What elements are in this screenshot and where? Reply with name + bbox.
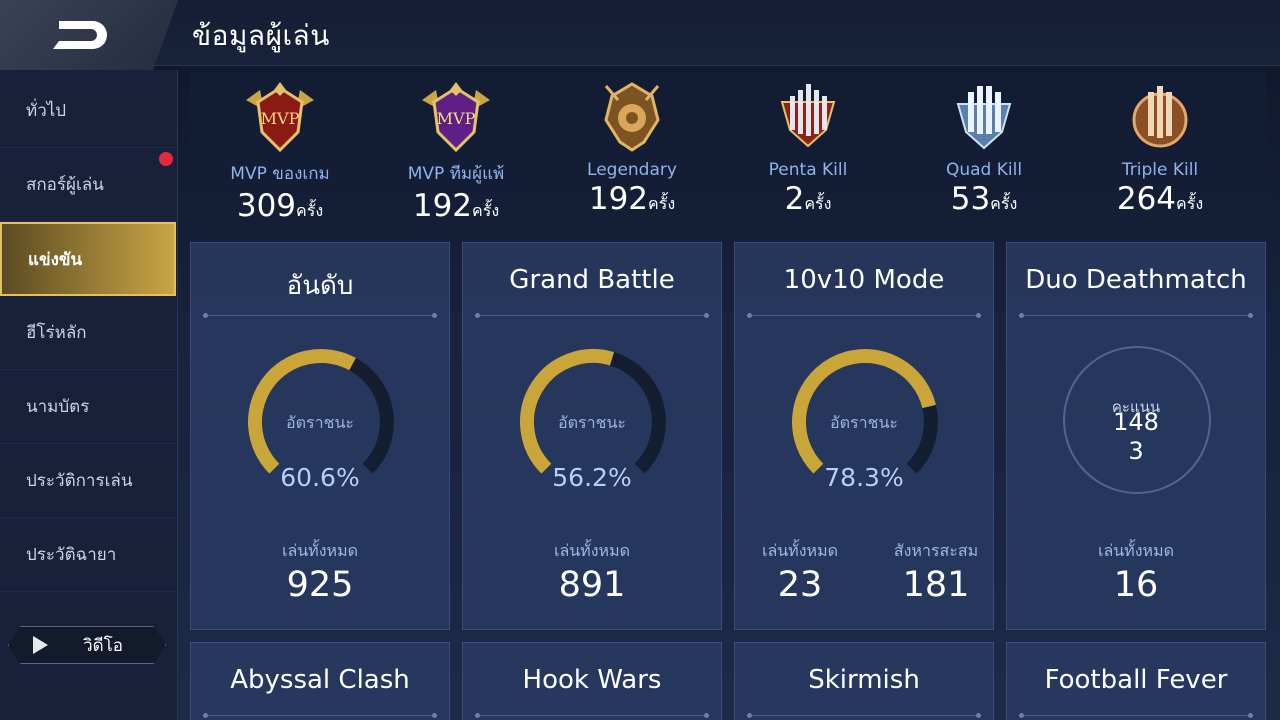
achievement-name: Penta Kill <box>768 160 848 180</box>
achievement-triple-kill[interactable]: Triple Kill 264ครั้ง <box>1072 80 1248 230</box>
win-rate-label: อัตราชนะ <box>286 413 354 432</box>
win-rate-value: 56.2% <box>552 463 632 492</box>
total-games-value: 891 <box>558 565 626 605</box>
sidebar-item-label: ประวัติการเล่น <box>26 471 133 491</box>
sidebar-item-label: แข่งขัน <box>28 249 83 270</box>
sidebar-item-main-hero[interactable]: ฮีโร่หลัก <box>0 296 176 370</box>
mode-title: Abyssal Clash <box>230 665 410 695</box>
achievement-legendary[interactable]: Legendary 192ครั้ง <box>544 80 720 230</box>
achievement-name: Legendary <box>587 160 677 180</box>
mode-card-grand-battle[interactable]: Grand Battle อัตราชนะ 56.2% เล่นทั้งหมด … <box>462 242 722 630</box>
mvp-medal-icon: MVP <box>246 82 314 153</box>
win-rate-label: อัตราชนะ <box>558 413 626 432</box>
divider <box>1019 313 1253 318</box>
achievement-mvp-losing-team[interactable]: MVP MVP ทีมผู้แพ้ 192ครั้ง <box>368 80 544 230</box>
sidebar-item-label: นามบัตร <box>26 397 90 417</box>
achievement-mvp[interactable]: MVP MVP ของเกม 309ครั้ง <box>192 80 368 230</box>
quad-kill-medal-icon <box>956 86 1012 150</box>
achievement-quad-kill[interactable]: Quad Kill 53ครั้ง <box>896 80 1072 230</box>
total-games-label: เล่นทั้งหมด <box>761 541 839 560</box>
score-value-line1: 148 <box>1113 408 1159 436</box>
legendary-medal-icon <box>604 82 660 152</box>
divider <box>475 713 709 718</box>
video-button-label: วิดีโอ <box>83 635 123 656</box>
triple-kill-medal-icon <box>1132 86 1188 148</box>
win-rate-value: 78.3% <box>824 463 904 492</box>
total-games-value: 925 <box>286 565 354 605</box>
mode-card-football-fever[interactable]: Football Fever <box>1006 642 1266 720</box>
divider <box>203 313 437 318</box>
score-value-line2: 3 <box>1128 437 1144 465</box>
sidebar-item-label: ประวัติฉายา <box>26 545 117 565</box>
achievement-penta-kill[interactable]: Penta Kill 2ครั้ง <box>720 80 896 230</box>
total-games-value: 16 <box>1113 565 1159 605</box>
total-games-label: เล่นทั้งหมด <box>1097 541 1175 560</box>
back-arrow-icon <box>53 21 107 49</box>
mode-card-skirmish[interactable]: Skirmish <box>734 642 994 720</box>
mode-title: Duo Deathmatch <box>1025 265 1247 295</box>
achievement-count: 309ครั้ง <box>236 188 324 224</box>
mode-card-abyssal-clash[interactable]: Abyssal Clash <box>190 642 450 720</box>
achievement-count: 53ครั้ง <box>950 181 1018 217</box>
penta-kill-medal-icon <box>780 84 836 148</box>
sidebar-item-label: ฮีโร่หลัก <box>26 323 87 343</box>
divider <box>1019 713 1253 718</box>
divider <box>747 713 981 718</box>
achievement-count: 192ครั้ง <box>412 188 500 224</box>
divider <box>203 713 437 718</box>
total-games-label: เล่นทั้งหมด <box>281 541 359 560</box>
achievement-count: 2ครั้ง <box>784 181 832 217</box>
total-kills-value: 181 <box>902 565 970 605</box>
sidebar-item-label: ทั่วไป <box>26 101 67 121</box>
notification-dot <box>159 152 173 166</box>
divider <box>747 313 981 318</box>
achievement-count: 192ครั้ง <box>588 181 676 217</box>
win-rate-label: อัตราชนะ <box>830 413 898 432</box>
total-games-value: 23 <box>777 565 823 605</box>
svg-text:MVP: MVP <box>261 109 300 128</box>
page-title: ข้อมูลผู้เล่น <box>192 19 330 52</box>
divider <box>475 313 709 318</box>
win-rate-value: 60.6% <box>280 463 360 492</box>
sidebar-item-name-card[interactable]: นามบัตร <box>0 370 176 444</box>
mode-card-hook-wars[interactable]: Hook Wars <box>462 642 722 720</box>
achievement-name: MVP ทีมผู้แพ้ <box>407 164 505 184</box>
mode-title: Hook Wars <box>522 665 662 695</box>
mode-title: Skirmish <box>808 665 920 695</box>
top-bar: ข้อมูลผู้เล่น <box>0 0 1280 70</box>
total-games-label: เล่นทั้งหมด <box>553 541 631 560</box>
mode-title: Football Fever <box>1044 665 1228 695</box>
achievement-count: 264ครั้ง <box>1116 181 1204 217</box>
achievements-strip: MVP MVP ของเกม 309ครั้ง MVP MVP ทีมผู้แพ… <box>190 72 1266 230</box>
mvp-losing-team-medal-icon: MVP <box>422 82 490 153</box>
sidebar-item-label: สกอร์ผู้เล่น <box>26 175 104 195</box>
mode-card-10v10[interactable]: 10v10 Mode อัตราชนะ 78.3% เล่นทั้งหมด 23… <box>734 242 994 630</box>
mode-card-duo-deathmatch[interactable]: Duo Deathmatch คะแนน 148 3 เล่นทั้งหมด 1… <box>1006 242 1266 630</box>
achievement-name: MVP ของเกม <box>230 164 330 184</box>
mode-title: 10v10 Mode <box>783 265 945 295</box>
sidebar-item-player-score[interactable]: สกอร์ผู้เล่น <box>0 148 176 222</box>
mode-title: อันดับ <box>286 271 354 301</box>
mode-card-ranked[interactable]: อันดับ อัตราชนะ 60.6% เล่นทั้งหมด 925 <box>190 242 450 630</box>
video-button[interactable]: วิดีโอ <box>8 626 166 664</box>
sidebar-item-competitive[interactable]: แข่งขัน <box>0 222 176 296</box>
sidebar-item-match-history[interactable]: ประวัติการเล่น <box>0 444 176 518</box>
mode-title: Grand Battle <box>509 265 675 295</box>
achievement-name: Quad Kill <box>945 160 1023 180</box>
total-kills-label: สังหารสะสม <box>893 541 979 560</box>
achievement-name: Triple Kill <box>1121 160 1199 180</box>
svg-text:MVP: MVP <box>437 109 476 128</box>
play-icon <box>33 636 48 654</box>
sidebar-item-general[interactable]: ทั่วไป <box>0 74 176 148</box>
sidebar-item-title-history[interactable]: ประวัติฉายา <box>0 518 176 592</box>
back-button[interactable] <box>0 0 178 70</box>
